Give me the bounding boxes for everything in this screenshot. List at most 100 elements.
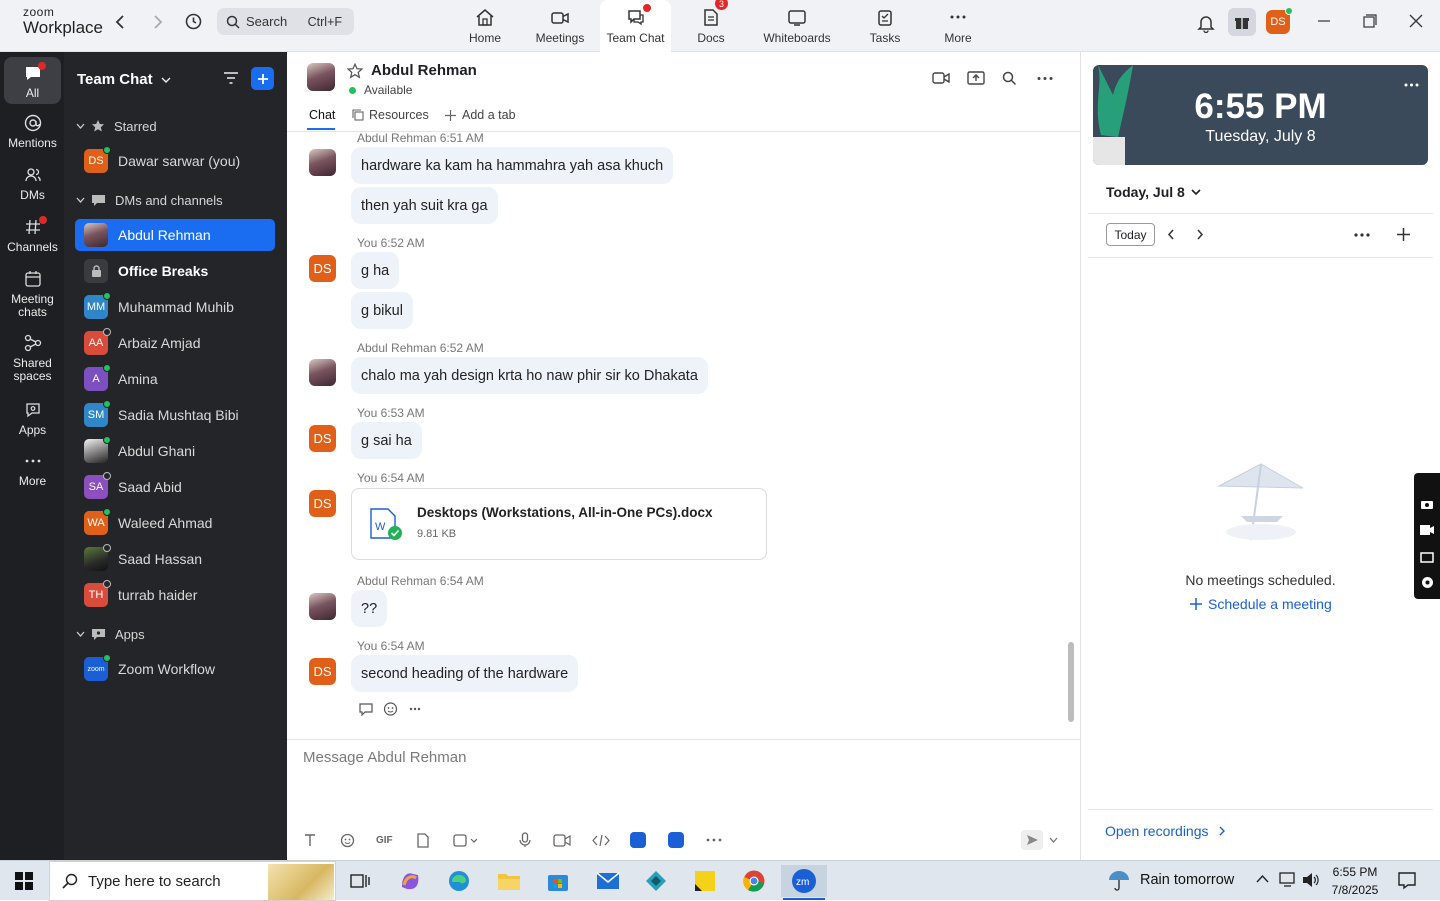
gif-icon[interactable]: GIF — [376, 835, 393, 846]
forward-arrow-icon[interactable] — [149, 13, 165, 31]
message-bubble[interactable]: then yah suit kra ga — [351, 187, 498, 224]
message-bubble[interactable]: g sai ha — [351, 422, 422, 459]
more-dots-icon[interactable] — [706, 838, 722, 842]
rail-apps[interactable]: Apps — [4, 401, 61, 447]
message-bubble[interactable]: hardware ka kam ha hammahra yah asa khuc… — [351, 147, 674, 184]
code-snippet-icon[interactable] — [592, 834, 610, 847]
edge-browser-icon[interactable] — [440, 865, 478, 897]
section-apps[interactable]: Apps — [64, 622, 287, 646]
rail-shared-spaces[interactable]: Shared spaces — [4, 334, 61, 390]
sidebar-item-office-breaks[interactable]: Office Breaks — [75, 255, 275, 287]
video-camera-icon[interactable] — [1419, 524, 1435, 536]
weather-widget[interactable]: Rain tomorrow — [1107, 869, 1234, 891]
starred-item-self[interactable]: DS Dawar sarwar (you) — [75, 145, 275, 177]
sidebar-title-dropdown[interactable]: Team Chat — [77, 71, 171, 88]
zoom-app-icon[interactable]: zm — [781, 865, 827, 897]
more-dots-icon[interactable] — [409, 707, 421, 711]
sticky-notes-icon[interactable] — [686, 865, 724, 897]
microsoft-store-icon[interactable] — [539, 865, 577, 897]
attach-file-icon[interactable] — [416, 833, 430, 848]
video-call-icon[interactable] — [932, 71, 950, 85]
rail-more[interactable]: More — [4, 454, 61, 500]
sidebar-item-abdul-rehman[interactable]: Abdul Rehman — [75, 219, 275, 251]
nav-docs[interactable]: 3 Docs — [676, 0, 746, 52]
sidebar-item-saad-hassan[interactable]: Saad Hassan — [75, 543, 275, 575]
gift-icon[interactable] — [1228, 8, 1256, 36]
chevron-down-icon[interactable] — [1049, 837, 1058, 844]
emoji-icon[interactable] — [340, 833, 355, 848]
profile-avatar[interactable]: DS — [1266, 7, 1293, 34]
app-diamond-icon[interactable] — [637, 865, 675, 897]
text-format-icon[interactable] — [303, 833, 317, 847]
chrome-browser-icon[interactable] — [735, 865, 773, 897]
nav-team-chat[interactable]: Team Chat — [600, 0, 671, 52]
chevron-right-icon[interactable] — [1196, 229, 1204, 240]
sender-avatar[interactable]: DS — [309, 658, 336, 685]
sidebar-item-muhammad-muhib[interactable]: MM Muhammad Muhib — [75, 291, 275, 323]
minimize-icon[interactable] — [1317, 14, 1331, 28]
volume-icon[interactable] — [1302, 872, 1320, 888]
send-icon[interactable] — [1021, 830, 1043, 850]
app-icon[interactable] — [630, 832, 646, 848]
windows-start-icon[interactable] — [5, 865, 43, 897]
sidebar-item-zoom-workflow[interactable]: zoom Zoom Workflow — [75, 653, 275, 685]
schedule-meeting-link[interactable]: Schedule a meeting — [1190, 596, 1332, 612]
rail-dms[interactable]: DMs — [4, 166, 61, 212]
window-icon[interactable] — [1420, 550, 1434, 563]
video-message-icon[interactable] — [553, 834, 571, 847]
sidebar-item-saad-abid[interactable]: SA Saad Abid — [75, 471, 275, 503]
sender-avatar[interactable] — [309, 593, 336, 620]
rail-mentions[interactable]: Mentions — [4, 114, 61, 160]
search-box[interactable]: Search Ctrl+F — [217, 8, 354, 35]
sender-avatar[interactable]: DS — [309, 490, 336, 517]
open-recordings-link[interactable]: Open recordings — [1105, 823, 1226, 839]
today-button[interactable]: Today — [1106, 223, 1155, 246]
history-icon[interactable] — [184, 12, 203, 31]
star-outline-icon[interactable] — [347, 63, 363, 79]
rail-all[interactable]: All — [4, 57, 61, 104]
tab-chat[interactable]: Chat — [309, 108, 335, 122]
search-icon[interactable] — [1002, 71, 1017, 86]
tab-resources[interactable]: Resources — [352, 108, 429, 122]
filter-icon[interactable] — [223, 71, 239, 85]
maximize-icon[interactable] — [1363, 14, 1377, 28]
share-screen-icon[interactable] — [967, 70, 985, 86]
nav-tasks[interactable]: Tasks — [850, 0, 920, 52]
copilot-icon[interactable] — [391, 865, 429, 897]
screenshot-icon[interactable] — [453, 833, 477, 848]
close-icon[interactable] — [1409, 14, 1423, 28]
sidebar-item-abdul-ghani[interactable]: Abdul Ghani — [75, 435, 275, 467]
sidebar-item-waleed-ahmad[interactable]: WA Waleed Ahmad — [75, 507, 275, 539]
sender-avatar[interactable]: DS — [309, 425, 336, 452]
sidebar-item-arbaiz-amjad[interactable]: AA Arbaiz Amjad — [75, 327, 275, 359]
section-starred[interactable]: Starred — [64, 114, 287, 138]
reply-icon[interactable] — [358, 701, 374, 716]
settings-gear-icon[interactable] — [1420, 575, 1435, 590]
file-explorer-icon[interactable] — [490, 865, 528, 897]
camera-icon[interactable] — [1420, 498, 1434, 510]
section-dms-channels[interactable]: DMs and channels — [64, 188, 287, 212]
chat-scrollbar[interactable] — [1068, 642, 1074, 722]
tab-add[interactable]: Add a tab — [445, 108, 516, 122]
sidebar-item-turrab-haider[interactable]: TH turrab haider — [75, 579, 275, 611]
message-bubble[interactable]: g ha — [351, 252, 400, 289]
emoji-reaction-icon[interactable] — [383, 701, 399, 716]
sidebar-item-amina[interactable]: A Amina — [75, 363, 275, 395]
microphone-icon[interactable] — [519, 832, 531, 848]
message-bubble[interactable]: chalo ma yah design krta ho naw phir sir… — [351, 357, 708, 394]
sender-avatar[interactable] — [309, 359, 336, 386]
task-view-icon[interactable] — [341, 865, 379, 897]
rail-meeting-chats[interactable]: Meeting chats — [4, 270, 61, 326]
chevron-up-icon[interactable] — [1256, 874, 1269, 883]
chevron-left-icon[interactable] — [1167, 229, 1175, 240]
contact-avatar[interactable] — [307, 63, 335, 91]
message-input[interactable]: Message Abdul Rehman — [303, 749, 466, 766]
add-event-icon[interactable] — [1397, 228, 1410, 241]
nav-meetings[interactable]: Meetings — [525, 0, 595, 52]
sidebar-item-sadia-mushtaq-bibi[interactable]: SM Sadia Mushtaq Bibi — [75, 399, 275, 431]
nav-more[interactable]: More — [923, 0, 993, 52]
message-bubble[interactable]: ?? — [351, 590, 388, 627]
nav-whiteboards[interactable]: Whiteboards — [751, 0, 843, 52]
back-arrow-icon[interactable] — [113, 13, 129, 31]
more-dots-icon[interactable] — [1354, 233, 1370, 237]
